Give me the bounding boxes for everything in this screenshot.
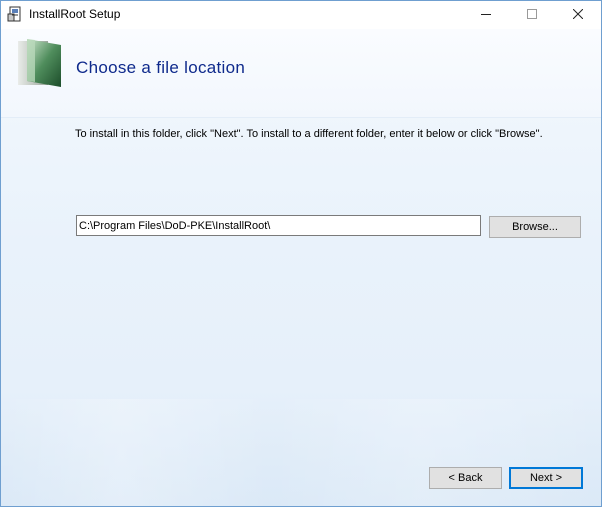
instruction-text: To install in this folder, click "Next".… [75,128,543,140]
close-icon [572,8,584,22]
browse-button[interactable]: Browse... [489,216,581,238]
installer-window: InstallRoot Setup Choose a file location… [0,0,602,507]
next-button[interactable]: Next > [509,467,583,489]
window-title: InstallRoot Setup [29,7,121,21]
decorative-band [1,399,601,506]
install-path-input[interactable] [76,215,481,236]
dialog-header: Choose a file location [1,29,601,118]
close-button[interactable] [555,1,601,29]
back-button[interactable]: < Back [429,467,502,489]
title-bar[interactable]: InstallRoot Setup [1,1,601,29]
maximize-icon [527,8,537,22]
minimize-icon [481,8,491,22]
installer-icon [7,6,23,22]
folder-graphic-icon [15,37,65,89]
dialog-content: Choose a file location To install in thi… [1,29,601,506]
maximize-button[interactable] [509,1,555,29]
page-title: Choose a file location [76,58,246,77]
minimize-button[interactable] [463,1,509,29]
